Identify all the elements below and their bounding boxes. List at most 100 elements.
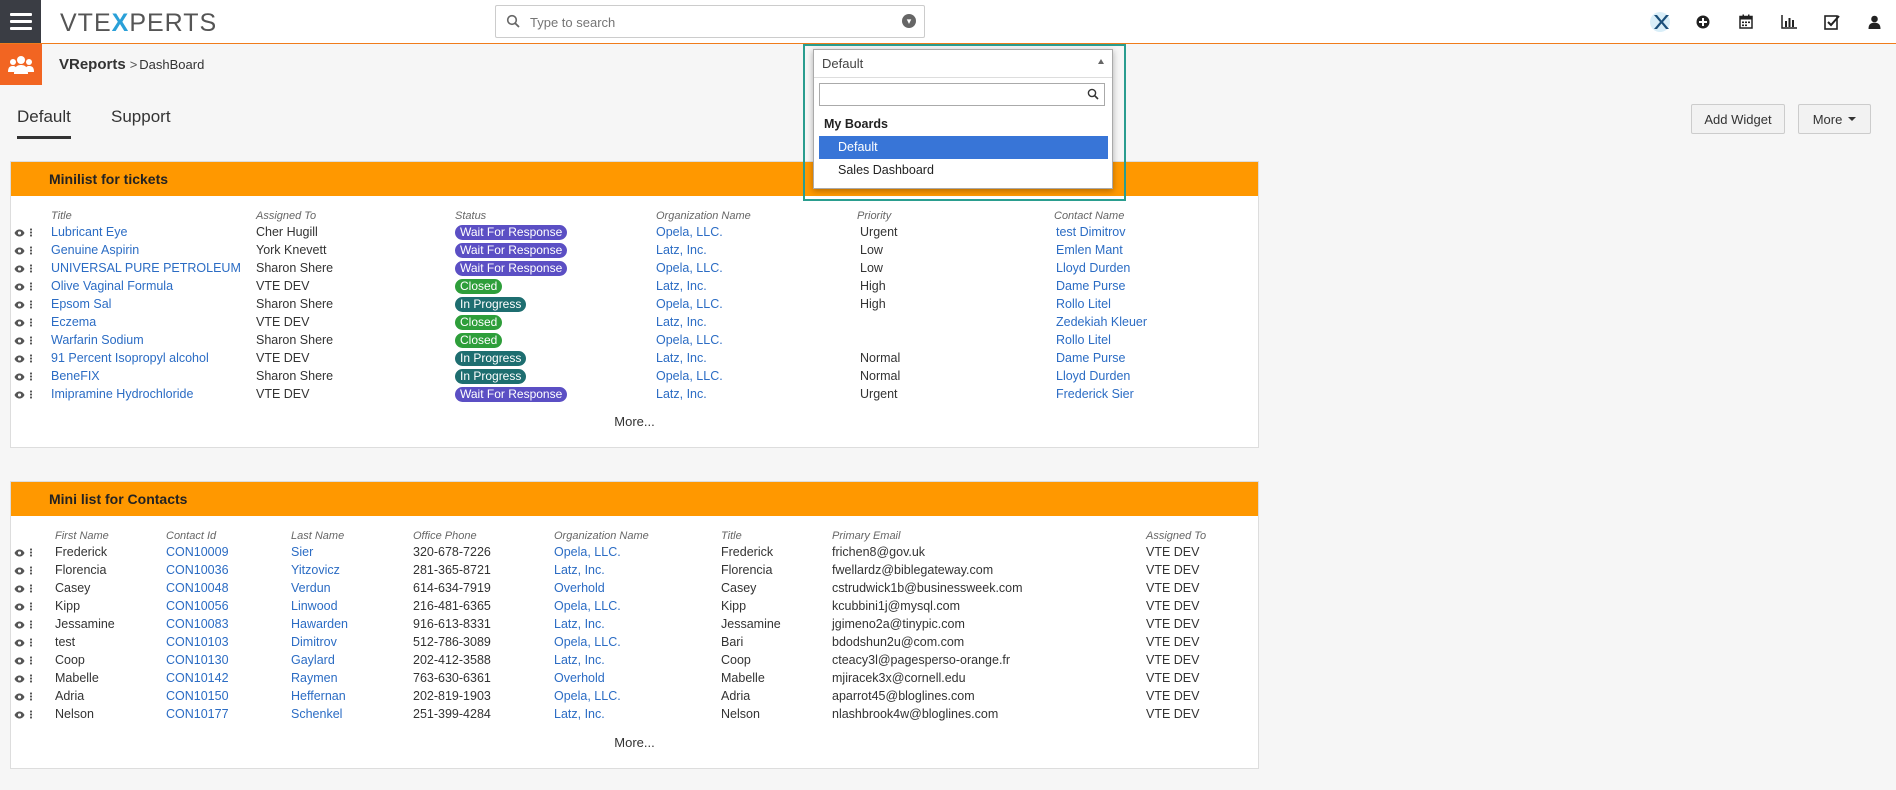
- contact-id[interactable]: CON10130: [166, 651, 291, 669]
- table-row[interactable]: Frederick CON10009 Sier 320-678-7226 Opela, …: [14, 543, 1246, 561]
- contact-organization[interactable]: Opela, LLC.: [554, 633, 721, 651]
- board-select-dropdown[interactable]: Default My Boards Default Sales Dashboar…: [813, 49, 1113, 189]
- contact-organization-link[interactable]: Opela, LLC.: [554, 689, 621, 703]
- kebab-icon[interactable]: [30, 638, 32, 648]
- kebab-icon[interactable]: [30, 548, 32, 558]
- contact-organization[interactable]: Latz, Inc.: [554, 561, 721, 579]
- contact-id[interactable]: CON10036: [166, 561, 291, 579]
- contact-id[interactable]: CON10056: [166, 597, 291, 615]
- table-row[interactable]: Epsom Sal Sharon Shere In Progress Opela, L…: [14, 295, 1254, 313]
- ticket-organization[interactable]: Latz, Inc.: [656, 349, 857, 367]
- eye-icon[interactable]: [14, 355, 25, 363]
- contact-last-name[interactable]: Heffernan: [291, 687, 413, 705]
- contact-organization-link[interactable]: Opela, LLC.: [554, 599, 621, 613]
- contact-organization[interactable]: Opela, LLC.: [554, 687, 721, 705]
- ticket-organization-link[interactable]: Latz, Inc.: [656, 315, 707, 329]
- contact-organization[interactable]: Latz, Inc.: [554, 615, 721, 633]
- table-row[interactable]: test CON10103 Dimitrov 512-786-3089 Opela, L…: [14, 633, 1246, 651]
- contact-id-link[interactable]: CON10009: [166, 545, 229, 559]
- contact-organization-link[interactable]: Latz, Inc.: [554, 653, 605, 667]
- table-row[interactable]: 91 Percent Isopropyl alcohol VTE DEV In Pr…: [14, 349, 1254, 367]
- eye-icon[interactable]: [14, 265, 25, 273]
- eye-icon[interactable]: [14, 229, 25, 237]
- contact-last-name-link[interactable]: Heffernan: [291, 689, 346, 703]
- kebab-icon[interactable]: [30, 264, 32, 274]
- ticket-organization-link[interactable]: Latz, Inc.: [656, 351, 707, 365]
- contact-organization-link[interactable]: Overhold: [554, 581, 605, 595]
- eye-icon[interactable]: [14, 373, 25, 381]
- ticket-organization[interactable]: Opela, LLC.: [656, 223, 857, 241]
- contacts-widget-title[interactable]: Mini list for Contacts: [11, 482, 1258, 516]
- more-button[interactable]: More: [1798, 104, 1871, 134]
- contact-id[interactable]: CON10177: [166, 705, 291, 723]
- eye-icon[interactable]: [14, 711, 25, 719]
- eye-icon[interactable]: [14, 621, 25, 629]
- search-input[interactable]: [528, 11, 882, 33]
- ticket-organization[interactable]: Latz, Inc.: [656, 385, 857, 403]
- contact-last-name[interactable]: Sier: [291, 543, 413, 561]
- ticket-contact-link[interactable]: Dame Purse: [1056, 279, 1125, 293]
- ticket-organization[interactable]: Opela, LLC.: [656, 259, 857, 277]
- ticket-contact-link[interactable]: Frederick Sier: [1056, 387, 1134, 401]
- contact-id-link[interactable]: CON10048: [166, 581, 229, 595]
- contact-id[interactable]: CON10103: [166, 633, 291, 651]
- ticket-contact-link[interactable]: Rollo Litel: [1056, 297, 1111, 311]
- bar-chart-icon[interactable]: [1767, 0, 1810, 43]
- ticket-title[interactable]: Genuine Aspirin: [51, 241, 256, 259]
- ticket-contact-link[interactable]: test Dimitrov: [1056, 225, 1125, 239]
- ticket-organization-link[interactable]: Opela, LLC.: [656, 333, 723, 347]
- table-row[interactable]: Kipp CON10056 Linwood 216-481-6365 Opela, LL…: [14, 597, 1246, 615]
- kebab-icon[interactable]: [30, 318, 32, 328]
- eye-icon[interactable]: [14, 391, 25, 399]
- global-search[interactable]: ▾: [495, 5, 925, 38]
- contact-id[interactable]: CON10048: [166, 579, 291, 597]
- contact-last-name-link[interactable]: Linwood: [291, 599, 338, 613]
- ticket-title[interactable]: 91 Percent Isopropyl alcohol: [51, 349, 256, 367]
- ticket-title-link[interactable]: Eczema: [51, 315, 96, 329]
- contact-last-name-link[interactable]: Yitzovicz: [291, 563, 340, 577]
- contact-last-name-link[interactable]: Sier: [291, 545, 313, 559]
- ticket-organization-link[interactable]: Opela, LLC.: [656, 261, 723, 275]
- eye-icon[interactable]: [14, 657, 25, 665]
- kebab-icon[interactable]: [30, 566, 32, 576]
- ticket-organization-link[interactable]: Latz, Inc.: [656, 387, 707, 401]
- table-row[interactable]: Olive Vaginal Formula VTE DEV Closed Latz, …: [14, 277, 1254, 295]
- contact-last-name-link[interactable]: Dimitrov: [291, 635, 337, 649]
- contact-last-name[interactable]: Dimitrov: [291, 633, 413, 651]
- contact-last-name-link[interactable]: Verdun: [291, 581, 331, 595]
- ticket-organization[interactable]: Latz, Inc.: [656, 241, 857, 259]
- eye-icon[interactable]: [14, 319, 25, 327]
- user-icon[interactable]: [1853, 0, 1896, 43]
- contact-last-name[interactable]: Schenkel: [291, 705, 413, 723]
- contact-organization[interactable]: Overhold: [554, 669, 721, 687]
- eye-icon[interactable]: [14, 693, 25, 701]
- ticket-title[interactable]: BeneFIX: [51, 367, 256, 385]
- tab-default[interactable]: Default: [17, 107, 71, 139]
- eye-icon[interactable]: [14, 283, 25, 291]
- contact-id-link[interactable]: CON10083: [166, 617, 229, 631]
- ticket-title-link[interactable]: Epsom Sal: [51, 297, 111, 311]
- contact-id-link[interactable]: CON10142: [166, 671, 229, 685]
- users-icon[interactable]: [0, 44, 42, 85]
- contact-last-name-link[interactable]: Hawarden: [291, 617, 348, 631]
- ticket-contact[interactable]: test Dimitrov: [1054, 223, 1254, 241]
- ticket-contact[interactable]: Rollo Litel: [1054, 331, 1254, 349]
- table-row[interactable]: Nelson CON10177 Schenkel 251-399-4284 Latz, …: [14, 705, 1246, 723]
- kebab-icon[interactable]: [30, 656, 32, 666]
- ticket-title-link[interactable]: UNIVERSAL PURE PETROLEUM: [51, 261, 241, 275]
- eye-icon[interactable]: [14, 549, 25, 557]
- contact-organization[interactable]: Latz, Inc.: [554, 651, 721, 669]
- ticket-contact-link[interactable]: Dame Purse: [1056, 351, 1125, 365]
- add-widget-button[interactable]: Add Widget: [1691, 104, 1785, 134]
- table-row[interactable]: UNIVERSAL PURE PETROLEUM Sharon Shere Wait…: [14, 259, 1254, 277]
- ticket-contact[interactable]: Emlen Mant: [1054, 241, 1254, 259]
- board-option-sales-dashboard[interactable]: Sales Dashboard: [819, 159, 1108, 182]
- contacts-more-link[interactable]: More...: [11, 723, 1258, 768]
- contact-organization[interactable]: Latz, Inc.: [554, 705, 721, 723]
- contact-organization[interactable]: Opela, LLC.: [554, 543, 721, 561]
- table-row[interactable]: Florencia CON10036 Yitzovicz 281-365-8721 La…: [14, 561, 1246, 579]
- kebab-icon[interactable]: [30, 354, 32, 364]
- eye-icon[interactable]: [14, 675, 25, 683]
- ticket-title[interactable]: UNIVERSAL PURE PETROLEUM: [51, 259, 256, 277]
- ticket-organization[interactable]: Opela, LLC.: [656, 331, 857, 349]
